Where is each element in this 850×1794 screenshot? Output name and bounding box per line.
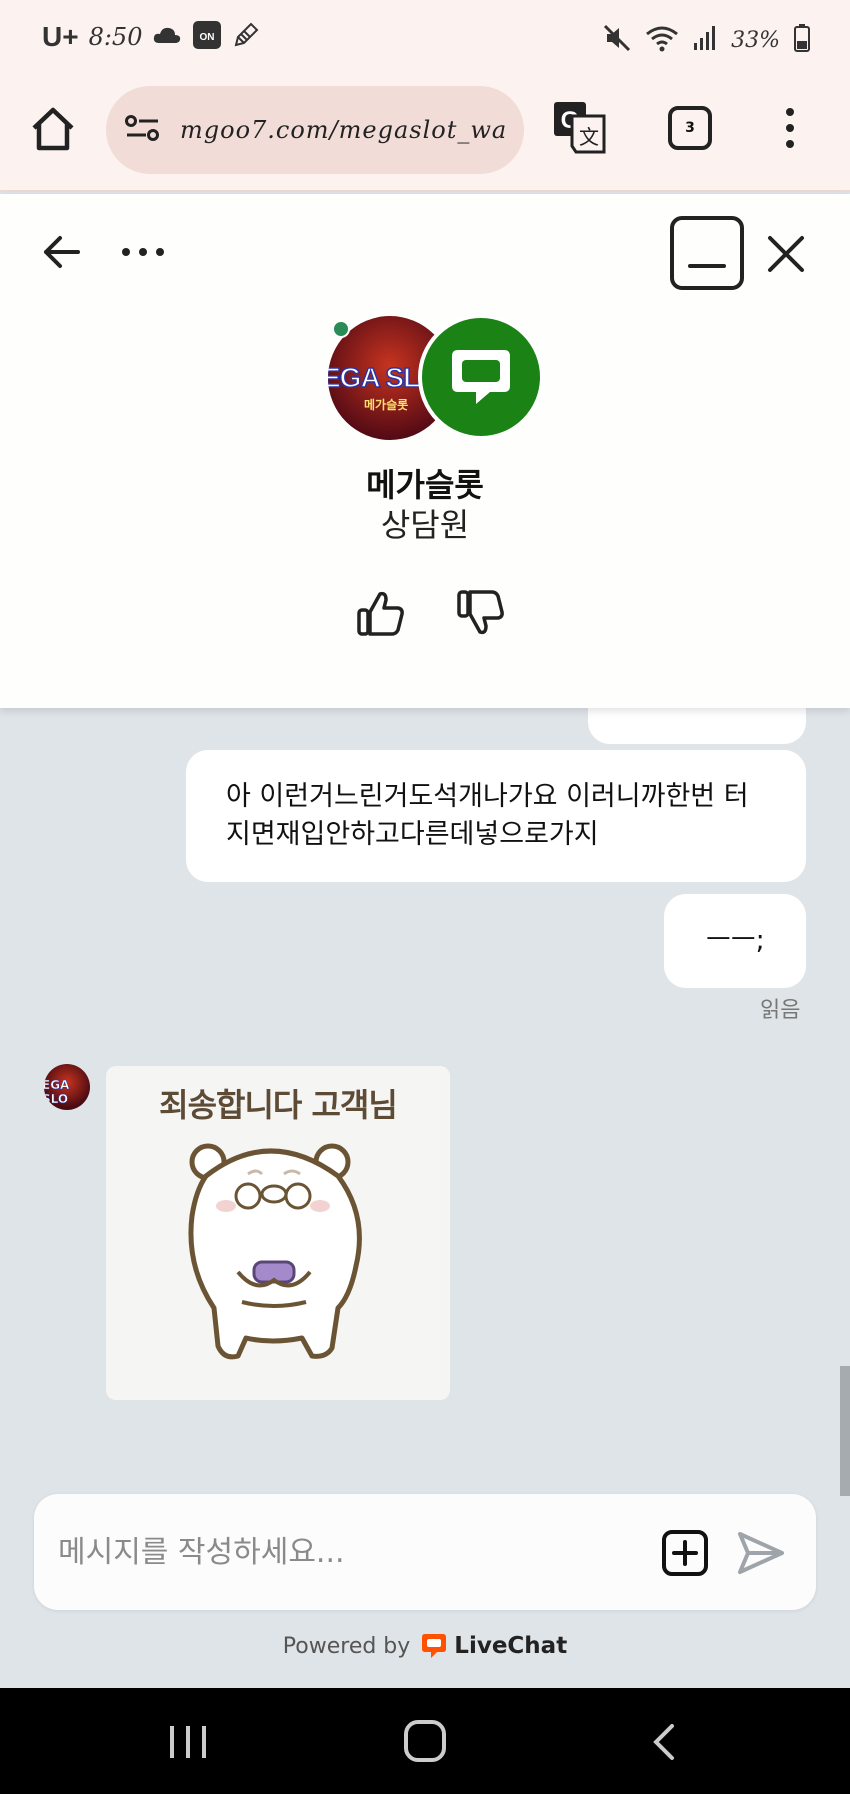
plus-icon xyxy=(672,1540,698,1566)
browser-toolbar: mgoo7.com/megaslot_wa G 文 3 xyxy=(0,80,850,192)
message-text: ㅡㅡ; xyxy=(706,925,765,956)
agent-avatar-small: EGA SLO xyxy=(44,1064,90,1110)
agent-role: 상담원 xyxy=(380,506,470,544)
status-bar: U+ 8:50 ON 33% xyxy=(0,0,850,80)
add-attachment-button[interactable] xyxy=(662,1530,708,1576)
thumbs-up-icon xyxy=(357,591,404,636)
signal-icon xyxy=(693,25,717,55)
chevron-left-icon xyxy=(653,1724,674,1760)
battery-icon xyxy=(794,24,810,56)
system-nav-bar xyxy=(0,1688,850,1794)
small-avatar-logo-text: EGA SLO xyxy=(44,1078,70,1107)
cloud-icon xyxy=(152,25,182,49)
arrow-left-icon xyxy=(44,236,80,268)
mute-icon xyxy=(603,24,631,56)
system-home-button[interactable] xyxy=(404,1720,446,1762)
avatar-logo-subtext: 메가슬롯 xyxy=(364,398,409,412)
close-icon xyxy=(768,236,804,272)
status-right: 33% xyxy=(603,24,810,56)
bear-sticker-illustration xyxy=(188,1143,362,1360)
chat-transcript[interactable]: 아 이런거느린거도석개나가요 이러니까한번 터지면재입안하고다른데넣으로가지 ㅡ… xyxy=(0,668,850,1484)
send-button[interactable] xyxy=(736,1528,786,1578)
chat-options-button[interactable] xyxy=(118,244,168,260)
more-vertical-icon xyxy=(786,108,794,148)
on-badge-icon: ON xyxy=(192,20,222,54)
powered-by-label: Powered by xyxy=(282,1633,411,1659)
svg-text:文: 文 xyxy=(579,125,599,149)
wifi-icon xyxy=(645,24,679,56)
message-composer xyxy=(34,1494,816,1610)
rate-good-button[interactable] xyxy=(356,588,406,638)
tab-switcher-button[interactable]: 3 xyxy=(668,106,712,150)
livechat-brand-link[interactable]: LiveChat xyxy=(420,1632,567,1660)
browser-menu-button[interactable] xyxy=(782,106,798,150)
message-input[interactable] xyxy=(58,1524,658,1580)
minimize-button[interactable] xyxy=(670,216,744,290)
livechat-bubble-icon xyxy=(452,350,510,404)
sticker-image[interactable]: 죄송합니다 고객님 xyxy=(106,1066,450,1400)
livechat-avatar xyxy=(418,314,544,440)
minimize-icon xyxy=(688,264,726,268)
send-icon xyxy=(738,1532,784,1574)
chat-header: EGA SL 메가슬롯 메가슬롯 상담원 xyxy=(0,194,850,708)
time-label: 8:50 xyxy=(88,23,143,51)
translate-icon: G 文 xyxy=(554,102,606,154)
online-status-dot xyxy=(332,320,350,338)
avatar-logo-text: EGA SL xyxy=(328,361,421,394)
battery-percent: 33% xyxy=(731,27,780,53)
livechat-brand-text: LiveChat xyxy=(454,1633,568,1659)
carrier-label: U+ xyxy=(42,21,79,52)
site-settings-icon[interactable] xyxy=(124,113,164,147)
thumbs-down-icon xyxy=(457,590,504,635)
pen-icon xyxy=(232,21,260,53)
recents-icon xyxy=(170,1726,206,1758)
rate-bad-button[interactable] xyxy=(456,588,506,638)
visitor-message: 아 이런거느린거도석개나가요 이러니까한번 터지면재입안하고다른데넣으로가지 xyxy=(186,750,806,882)
visitor-message: ㅡㅡ; xyxy=(664,894,806,988)
status-left: U+ 8:50 ON xyxy=(42,20,260,54)
svg-text:ON: ON xyxy=(200,32,215,43)
read-receipt: 읽음 xyxy=(760,998,801,1023)
more-horizontal-icon xyxy=(122,248,164,256)
home-button[interactable] xyxy=(28,104,78,154)
livechat-logo-icon xyxy=(422,1634,447,1658)
back-button[interactable] xyxy=(40,230,84,274)
tab-count: 3 xyxy=(685,120,695,136)
chat-scrollbar[interactable] xyxy=(840,1366,850,1496)
message-text: 아 이런거느린거도석개나가요 이러니까한번 터지면재입안하고다른데넣으로가지 xyxy=(226,781,749,850)
url-text: mgoo7.com/megaslot_wa xyxy=(180,116,508,144)
home-icon xyxy=(32,107,74,151)
address-bar[interactable]: mgoo7.com/megaslot_wa xyxy=(106,86,524,174)
recents-button[interactable] xyxy=(168,1724,208,1760)
powered-by-footer: Powered by LiveChat xyxy=(0,1632,850,1660)
translate-button[interactable]: G 文 xyxy=(552,100,606,154)
close-button[interactable] xyxy=(766,234,806,274)
system-back-button[interactable] xyxy=(648,1722,678,1762)
